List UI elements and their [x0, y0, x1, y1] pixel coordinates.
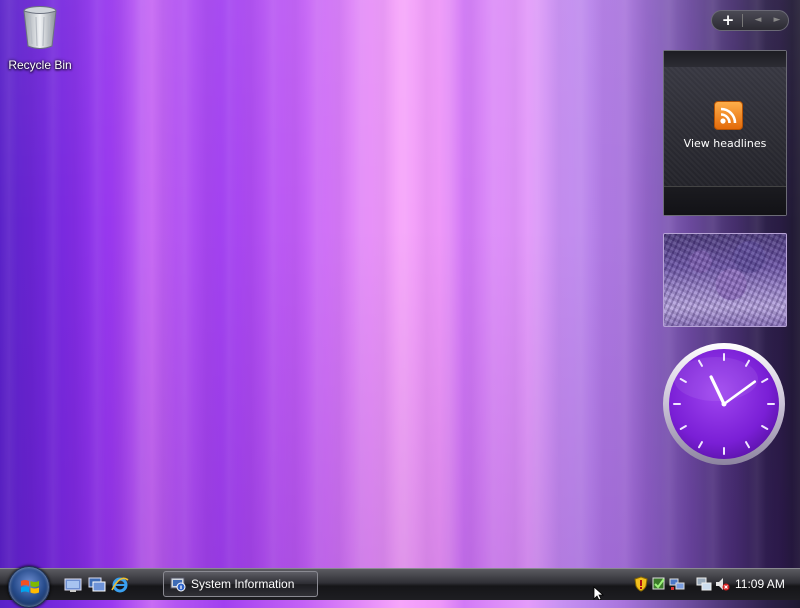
recycle-bin-desktop-icon[interactable]: Recycle Bin	[6, 2, 74, 72]
taskbar-button-system-information[interactable]: System Information	[163, 571, 318, 597]
slideshow-gadget[interactable]	[663, 233, 787, 327]
volume-muted-icon[interactable]	[714, 576, 730, 592]
security-shield-icon[interactable]	[633, 576, 649, 592]
switch-windows-icon[interactable]	[88, 577, 106, 593]
start-button[interactable]	[8, 566, 50, 608]
network-icon[interactable]	[696, 576, 712, 592]
show-desktop-icon[interactable]	[64, 577, 82, 593]
clock-glare	[674, 357, 758, 401]
windows-flag-icon	[21, 580, 39, 594]
slideshow-photo	[664, 234, 786, 326]
clock-center	[721, 401, 727, 407]
tray-clock[interactable]: 11:09 AM	[735, 577, 785, 591]
recycle-bin-label: Recycle Bin	[8, 58, 72, 72]
feed-gadget-header	[664, 51, 786, 67]
windows-defender-icon[interactable]	[651, 576, 667, 592]
rss-icon[interactable]	[714, 101, 743, 130]
feed-headlines-gadget[interactable]: View headlines	[663, 50, 787, 216]
mouse-cursor-icon	[593, 586, 605, 600]
sidebar-controls: + ◄ ►	[711, 10, 789, 31]
task-label: System Information	[191, 577, 295, 591]
feed-gadget-footer	[664, 186, 786, 215]
recycle-bin-icon	[23, 6, 57, 49]
sidebar-next-button[interactable]: ►	[768, 12, 786, 29]
add-gadget-button[interactable]: +	[716, 12, 740, 29]
system-information-icon	[170, 577, 186, 592]
internet-explorer-icon[interactable]	[111, 577, 129, 593]
clock-gadget[interactable]	[661, 341, 787, 467]
sidebar-controls-divider	[742, 14, 743, 27]
sidebar-prev-button[interactable]: ◄	[749, 12, 767, 29]
network-update-icon[interactable]	[669, 576, 685, 592]
view-headlines-link[interactable]: View headlines	[664, 137, 786, 150]
